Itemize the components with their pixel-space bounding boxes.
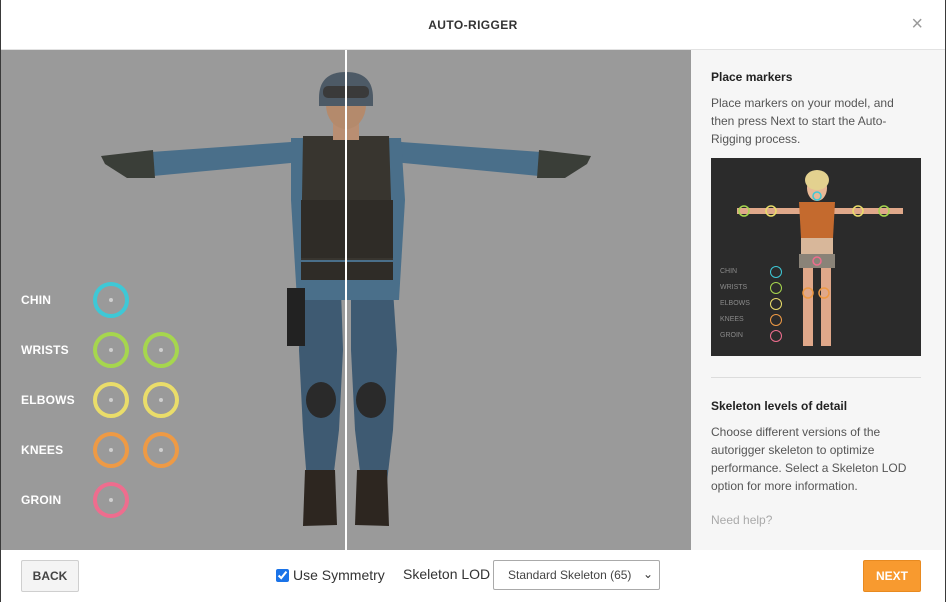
preview-legend-chin: CHIN (720, 266, 782, 280)
need-help-link[interactable]: Need help? (711, 513, 772, 527)
chin-marker[interactable] (93, 282, 129, 318)
skeleton-lod-label: Skeleton LOD (403, 566, 491, 582)
groin-marker[interactable] (93, 482, 129, 518)
marker-label-knees: KNEES (21, 443, 64, 457)
marker-label-groin: GROIN (21, 493, 62, 507)
marker-label-elbows: ELBOWS (21, 393, 75, 407)
symmetry-line (345, 50, 347, 550)
preview-legend-groin: GROIN (720, 330, 782, 344)
chevron-down-icon: ⌄ (642, 567, 653, 581)
preview-legend-knees: KNEES (720, 314, 782, 328)
preview-legend-wrists: WRISTS (720, 282, 782, 296)
preview-legend-elbows: ELBOWS (720, 298, 782, 312)
dialog-header: AUTO-RIGGER × (1, 0, 945, 50)
lod-heading: Skeleton levels of detail (711, 399, 848, 413)
model-viewport[interactable]: CHIN WRISTS ELBOWS KNEES GROIN (1, 50, 691, 550)
wrist-marker-right[interactable] (143, 332, 179, 368)
next-button[interactable]: NEXT (863, 560, 921, 592)
back-button[interactable]: BACK (21, 560, 79, 592)
use-symmetry-toggle[interactable]: Use Symmetry (276, 566, 385, 584)
instructions-panel: Place markers Place markers on your mode… (691, 50, 945, 550)
close-icon[interactable]: × (911, 14, 923, 34)
elbow-marker-left[interactable] (93, 382, 129, 418)
elbow-marker-right[interactable] (143, 382, 179, 418)
place-markers-text: Place markers on your model, and then pr… (711, 96, 894, 146)
wrist-marker-left[interactable] (93, 332, 129, 368)
use-symmetry-label: Use Symmetry (293, 567, 385, 583)
skeleton-lod-select[interactable]: Standard Skeleton (65) ⌄ (493, 560, 660, 590)
knee-marker-left[interactable] (93, 432, 129, 468)
skeleton-lod-value: Standard Skeleton (65) (508, 568, 632, 582)
panel-divider (711, 377, 921, 378)
knee-marker-right[interactable] (143, 432, 179, 468)
marker-label-chin: CHIN (21, 293, 52, 307)
lod-text: Choose different versions of the autorig… (711, 425, 907, 493)
auto-rigger-dialog: AUTO-RIGGER × CHIN WRISTS ELBOWS KNEES G… (1, 0, 945, 602)
dialog-title: AUTO-RIGGER (428, 18, 518, 32)
marker-preview-image: CHIN WRISTS ELBOWS KNEES GROIN (711, 158, 921, 356)
dialog-footer: BACK Use Symmetry Skeleton LOD Standard … (1, 550, 945, 602)
checkbox-icon[interactable] (276, 568, 289, 582)
marker-label-wrists: WRISTS (21, 343, 69, 357)
place-markers-heading: Place markers (711, 70, 793, 84)
